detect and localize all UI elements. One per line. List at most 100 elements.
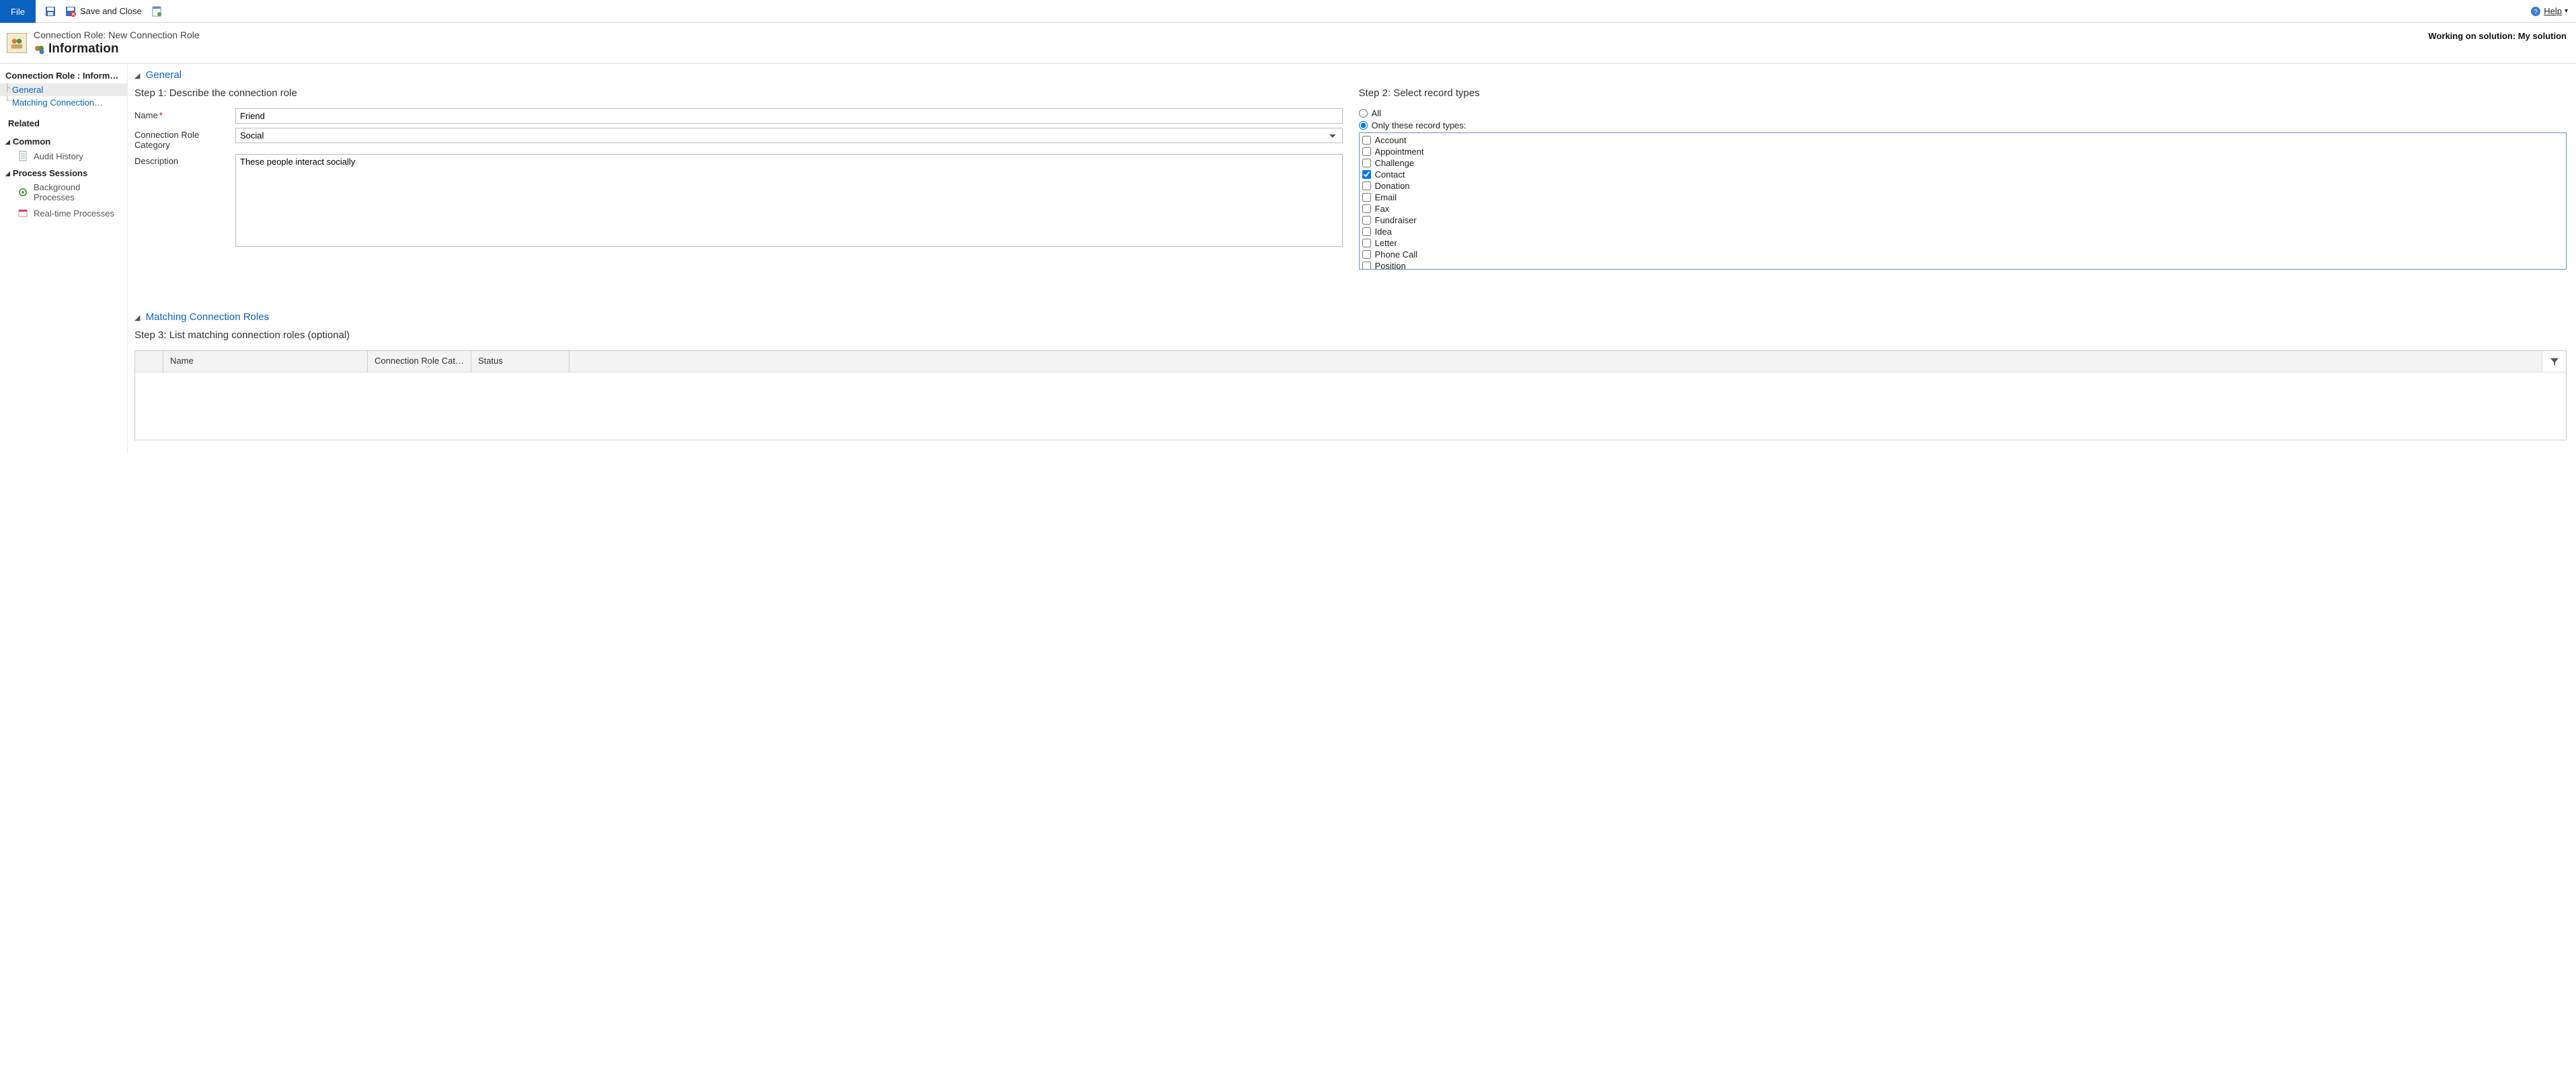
save-and-close-label: Save and Close <box>80 6 142 16</box>
record-type-item[interactable]: Fax <box>1362 203 2564 214</box>
record-type-label: Position <box>1375 260 1406 270</box>
name-input[interactable] <box>235 108 1343 124</box>
record-type-label: Phone Call <box>1375 249 1418 260</box>
grid-col-name[interactable]: Name <box>163 351 368 372</box>
sidebar-item-label: Background Processes <box>34 182 122 202</box>
record-type-item[interactable]: Letter <box>1362 237 2564 249</box>
record-type-checkbox[interactable] <box>1362 216 1371 225</box>
radio-all[interactable] <box>1359 109 1368 118</box>
record-type-item[interactable]: Account <box>1362 134 2564 146</box>
record-type-item[interactable]: Phone Call <box>1362 249 2564 260</box>
save-icon <box>45 6 56 17</box>
svg-text:?: ? <box>2534 9 2538 16</box>
record-type-item[interactable]: Fundraiser <box>1362 214 2564 226</box>
file-tab[interactable]: File <box>0 0 36 23</box>
step2-title: Step 2: Select record types <box>1359 87 2567 99</box>
name-label: Name* <box>134 108 235 120</box>
record-type-label: Donation <box>1375 180 1410 192</box>
step3-title: Step 3: List matching connection roles (… <box>134 329 2567 341</box>
collapse-icon: ◢ <box>134 72 140 80</box>
info-entity-icon <box>34 44 44 54</box>
description-label: Description <box>134 154 235 166</box>
sidebar-item-label: Audit History <box>34 151 83 161</box>
form-icon <box>151 6 162 17</box>
sidebar-item-realtime-processes[interactable]: Real-time Processes <box>0 205 127 221</box>
collapse-icon: ◢ <box>134 314 140 322</box>
record-type-checkbox[interactable] <box>1362 204 1371 213</box>
page-title: Information <box>48 42 119 56</box>
process-icon <box>17 208 28 219</box>
record-type-checkbox[interactable] <box>1362 262 1371 270</box>
ribbon-extra-button[interactable] <box>151 6 162 17</box>
record-type-checkbox[interactable] <box>1362 136 1371 145</box>
sidebar-related-header: Related <box>0 109 127 132</box>
record-type-checkbox[interactable] <box>1362 193 1371 202</box>
record-type-label: Contact <box>1375 169 1405 180</box>
help-icon: ? <box>2530 6 2541 17</box>
help-link[interactable]: ? Help ▾ <box>2530 0 2576 22</box>
category-select[interactable]: Social <box>235 128 1343 143</box>
record-type-item[interactable]: Email <box>1362 192 2564 203</box>
matching-roles-grid: Name Connection Role Cate… Status <box>134 350 2567 440</box>
sidebar-item-background-processes[interactable]: Background Processes <box>0 180 127 205</box>
sidebar-item-label: Real-time Processes <box>34 208 114 219</box>
chevron-down-icon: ▾ <box>2565 7 2568 15</box>
ribbon: File Save and Close <box>0 0 2576 23</box>
record-type-checkbox[interactable] <box>1362 227 1371 236</box>
record-type-label: Fundraiser <box>1375 214 1417 226</box>
record-type-label: Email <box>1375 192 1397 203</box>
record-type-label: Account <box>1375 134 1407 146</box>
grid-header: Name Connection Role Cate… Status <box>135 351 2566 372</box>
record-type-item[interactable]: Position <box>1362 260 2564 270</box>
help-label: Help <box>2544 6 2562 16</box>
radio-only-these[interactable] <box>1359 121 1368 130</box>
sidebar-nav-label: Matching Connection… <box>12 97 103 108</box>
record-type-item[interactable]: Contact <box>1362 169 2564 180</box>
main-content: ◢ General Step 1: Describe the connectio… <box>128 64 2576 454</box>
file-tab-label: File <box>11 7 25 17</box>
save-and-close-button[interactable]: Save and Close <box>65 6 142 17</box>
grid-col-status[interactable]: Status <box>471 351 570 372</box>
grid-col-category[interactable]: Connection Role Cate… <box>368 351 471 372</box>
sidebar-nav-general[interactable]: General <box>0 83 127 96</box>
save-close-icon <box>65 6 76 17</box>
section-general[interactable]: ◢ General <box>134 68 2567 87</box>
step2-panel: Step 2: Select record types All Only the… <box>1359 87 2567 270</box>
sidebar-nav-label: General <box>12 85 43 95</box>
grid-filter-button[interactable] <box>2542 351 2566 372</box>
sidebar: Connection Role : Inform… General Matchi… <box>0 64 128 454</box>
save-button[interactable] <box>45 6 56 17</box>
sidebar-group-process-sessions[interactable]: Process Sessions <box>0 164 127 180</box>
ribbon-buttons: Save and Close <box>36 0 162 22</box>
record-type-checkbox[interactable] <box>1362 239 1371 247</box>
record-type-item[interactable]: Appointment <box>1362 146 2564 157</box>
step1-panel: Step 1: Describe the connection role Nam… <box>134 87 1343 270</box>
record-type-checkbox[interactable] <box>1362 182 1371 190</box>
radio-only-label: Only these record types: <box>1372 120 1467 130</box>
sidebar-nav-matching[interactable]: Matching Connection… <box>0 96 127 109</box>
sidebar-group-common[interactable]: Common <box>0 132 127 148</box>
gear-icon <box>17 187 28 198</box>
document-icon <box>17 151 28 161</box>
section-general-label: General <box>146 69 182 81</box>
record-types-list[interactable]: AccountAppointmentChallengeContactDonati… <box>1359 132 2567 270</box>
step1-title: Step 1: Describe the connection role <box>134 87 1343 99</box>
grid-body[interactable] <box>135 372 2566 440</box>
record-type-label: Appointment <box>1375 146 1424 157</box>
record-type-item[interactable]: Idea <box>1362 226 2564 237</box>
grid-select-all-col[interactable] <box>135 351 163 372</box>
sidebar-item-audit-history[interactable]: Audit History <box>0 148 127 164</box>
record-type-item[interactable]: Challenge <box>1362 157 2564 169</box>
record-type-item[interactable]: Donation <box>1362 180 2564 192</box>
description-textarea[interactable]: These people interact socially <box>235 154 1343 247</box>
record-type-checkbox[interactable] <box>1362 170 1371 179</box>
section-matching[interactable]: ◢ Matching Connection Roles <box>134 310 2567 329</box>
record-type-label: Idea <box>1375 226 1392 237</box>
record-type-label: Letter <box>1375 237 1397 249</box>
page-header: Connection Role: New Connection Role Inf… <box>0 23 2576 64</box>
record-type-checkbox[interactable] <box>1362 159 1371 167</box>
filter-icon <box>2550 357 2559 366</box>
record-type-checkbox[interactable] <box>1362 147 1371 156</box>
category-label: Connection Role Category <box>134 128 235 150</box>
record-type-checkbox[interactable] <box>1362 250 1371 259</box>
